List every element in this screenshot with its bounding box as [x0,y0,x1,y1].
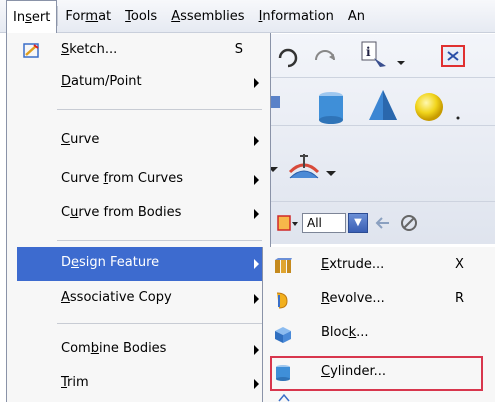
undo-icon[interactable] [276,44,302,68]
menu-item-label: Datum/Point [61,74,142,89]
submenu-arrow-icon [254,379,259,389]
menu-tools[interactable]: Tools [118,0,164,33]
menu-information[interactable]: Information [252,0,341,33]
dropdown-arrow-icon[interactable] [396,58,406,68]
menu-item-associative-copy[interactable]: Associative Copy [17,283,269,315]
menu-bar: Insert Format Tools Assemblies Informati… [0,0,495,33]
type-filter-select[interactable]: All [302,213,346,233]
menu-item-sketch[interactable]: Sketch... S [17,35,269,67]
menu-analysis[interactable]: An [341,0,372,33]
menu-separator [57,323,262,324]
menu-item-label: Curve from Bodies [61,205,182,220]
more-items-icon [278,393,290,402]
fit-view-icon[interactable] [440,44,466,68]
cone-icon[interactable] [366,88,400,124]
svg-text:i: i [366,45,371,59]
submenu-item-label: Extrude... [321,257,385,272]
submenu-item-label: Revolve... [321,291,385,306]
type-filter-dropdown-button[interactable]: ▼ [348,213,368,233]
submenu-item-revolve[interactable]: Revolve... R [263,284,495,316]
submenu-item-extrude[interactable]: Extrude... X [263,250,495,282]
dropdown-dot-icon[interactable] [454,114,462,122]
submenu-arrow-icon [254,259,259,269]
submenu-arrow-icon [254,78,259,88]
submenu-item-block[interactable]: Block... [263,318,495,350]
menu-insert[interactable]: Insert [6,0,58,33]
surface-dropdown-icon[interactable] [324,166,338,180]
menu-item-design-feature[interactable]: Design Feature [17,247,269,281]
block-icon [275,327,291,343]
menu-item-trim[interactable]: Trim [17,368,269,400]
cylinder-toolbar-icon[interactable] [316,90,346,124]
surface-icon[interactable] [286,152,322,188]
menu-format[interactable]: Format [58,0,118,33]
shortcut-label: R [455,291,465,306]
menu-item-label: Curve from Curves [61,171,184,186]
sphere-icon[interactable] [412,90,446,124]
selection-filter-icon[interactable] [276,212,300,234]
menu-item-curve-from-curves[interactable]: Curve from Curves [17,164,269,196]
menu-item-datum-point[interactable]: Datum/Point [17,67,269,99]
menu-separator [57,109,262,110]
menu-item-combine-bodies[interactable]: Combine Bodies [17,334,269,366]
menu-item-label: Combine Bodies [61,341,167,356]
submenu-arrow-icon [254,136,259,146]
redo-icon[interactable] [312,44,338,68]
toolbar-area: i All ▼ [262,34,495,244]
menu-item-curve-from-bodies[interactable]: Curve from Bodies [17,198,269,230]
menu-item-curve[interactable]: Curve [17,125,269,157]
menu-item-label: Design Feature [61,255,160,270]
menu-assemblies[interactable]: Assemblies [164,0,251,33]
shortcut-label: S [234,42,243,57]
revolve-icon [276,292,288,309]
extrude-icon [275,258,292,273]
shortcut-label: X [455,257,464,272]
submenu-arrow-icon [254,294,259,304]
cylinder-highlight-callout [270,356,483,391]
insert-dropdown-menu: Sketch... S Datum/Point Curve Curve from… [6,33,271,402]
submenu-arrow-icon [254,175,259,185]
sketch-icon [23,43,39,58]
back-arrow-icon[interactable] [374,214,392,232]
submenu-arrow-icon [254,345,259,355]
menu-item-label: Associative Copy [61,290,172,305]
information-icon[interactable]: i [360,40,394,70]
submenu-arrow-icon [254,209,259,219]
menu-item-label: Trim [61,375,89,390]
snap-icon[interactable] [398,212,420,234]
menu-item-label: Curve [61,132,100,147]
menu-item-label: Sketch... [61,42,118,57]
submenu-item-label: Block... [321,325,369,340]
menu-separator [57,240,262,241]
